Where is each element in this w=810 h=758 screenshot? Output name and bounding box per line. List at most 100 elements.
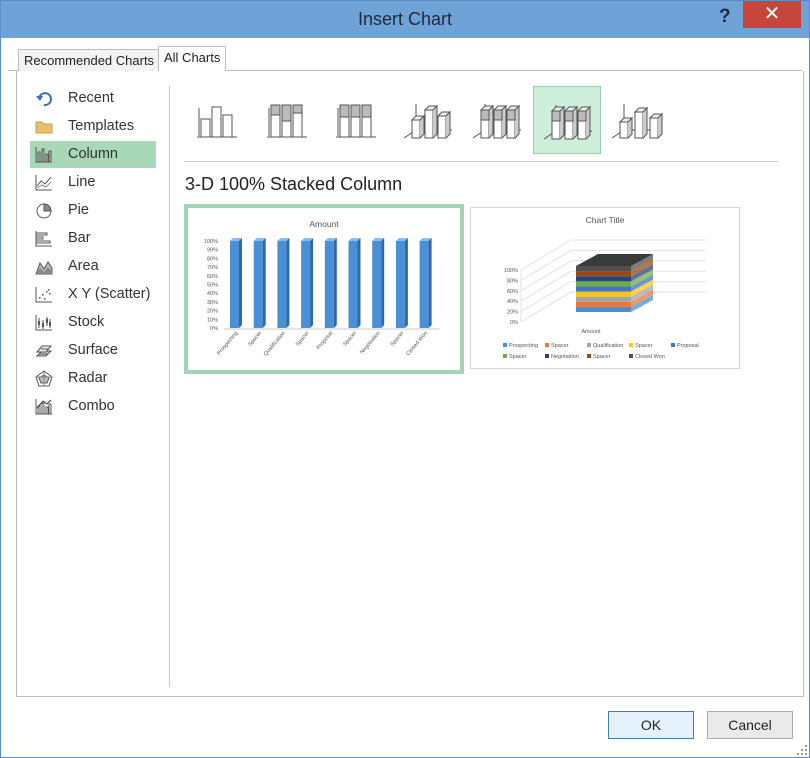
stack-segment (576, 291, 631, 297)
legend-swatch (503, 354, 507, 358)
category-item-column[interactable]: Column (30, 141, 156, 168)
radar-chart-icon (35, 370, 53, 387)
combo-chart-icon (35, 399, 52, 415)
chart-subtype-2[interactable] (255, 86, 323, 154)
category-item-combo[interactable]: Combo (30, 393, 156, 420)
y-tick-label: 0% (510, 320, 518, 326)
chart-subtype-3[interactable] (324, 86, 392, 154)
x-tick-label: Closed Won (405, 330, 429, 357)
legend-swatch (545, 343, 549, 347)
stack-segment (576, 286, 631, 292)
chart-preview-2[interactable]: Chart Title 100% 80% 60% 40% 20% 0% Amount Prosp… (470, 207, 740, 369)
bar-side (381, 238, 385, 328)
bar (324, 241, 334, 328)
legend-label: Proposal (677, 343, 699, 349)
chart-subtype-1[interactable] (185, 86, 253, 154)
category-item-templates[interactable]: Templates (30, 113, 156, 140)
legend-swatch (629, 343, 633, 347)
y-tick-label: 80% (207, 256, 218, 262)
x-tick-label: Negotiation (359, 330, 381, 355)
bar-side (404, 238, 408, 328)
y-tick-label: 10% (207, 317, 218, 323)
chart-preview-1[interactable]: Amount 100% 90% 80% 70% 60% 50% 40% 30% 20% 10% 0% P… (184, 204, 464, 374)
chart-subtype-4[interactable] (394, 86, 462, 154)
category-label: Bar (68, 230, 91, 246)
bar (419, 241, 429, 328)
y-tick-label: 100% (504, 268, 518, 274)
category-item-surface[interactable]: Surface (30, 337, 156, 364)
stack-segment (576, 281, 631, 287)
y-tick-label: 90% (207, 248, 218, 254)
legend-swatch (545, 354, 549, 358)
category-item-x-y-scatter[interactable]: X Y (Scatter) (30, 281, 156, 308)
surface-chart-icon (35, 345, 53, 357)
selected-chart-type-name: 3-D 100% Stacked Column (185, 174, 403, 194)
cancel-button[interactable]: Cancel (707, 711, 793, 739)
y-tick-label: 100% (204, 239, 218, 245)
legend-swatch (503, 343, 507, 347)
y-tick-label: 30% (207, 300, 218, 306)
y-tick-label: 80% (507, 278, 518, 284)
category-item-stock[interactable]: Stock (30, 309, 156, 336)
x-tick-label: Proposal (316, 330, 335, 350)
tab-all-charts[interactable]: All Charts (158, 46, 227, 72)
category-item-radar[interactable]: Radar (30, 365, 156, 392)
scatter-chart-icon (35, 287, 52, 303)
undo-icon (36, 92, 52, 107)
category-item-bar[interactable]: Bar (30, 225, 156, 252)
category-label: Surface (68, 342, 118, 358)
x-tick-label: Spacer (342, 330, 358, 347)
divider (169, 86, 170, 687)
bar (395, 241, 405, 328)
x-tick-label: Spacer (390, 330, 406, 347)
stacked-column-icon (266, 104, 307, 138)
y-tick-label: 60% (207, 274, 218, 280)
column-chart-icon (35, 147, 52, 163)
chart-subtype-6[interactable] (532, 86, 601, 154)
tab-recommended-charts[interactable]: Recommended Charts (18, 49, 161, 71)
3d-100-stacked-column-icon (543, 105, 592, 140)
category-label: Templates (68, 118, 135, 134)
y-tick-label: 40% (207, 291, 218, 297)
category-label: Area (68, 258, 99, 274)
y-tick-label: 70% (207, 265, 218, 271)
category-label: X Y (Scatter) (68, 286, 151, 302)
chart-subtype-5[interactable] (463, 86, 531, 154)
help-button[interactable]: ? (719, 6, 731, 28)
x-tick-label: Amount (582, 329, 601, 335)
resize-grip-icon[interactable] (796, 744, 808, 756)
x-tick-label: Spacer (295, 330, 311, 347)
category-label: Pie (68, 202, 89, 218)
category-item-line[interactable]: Line (30, 169, 156, 196)
x-tick-label: Qualification (263, 330, 287, 357)
legend-label: Qualification (593, 343, 623, 349)
category-label: Line (68, 174, 96, 190)
stack-segment (576, 296, 631, 302)
y-tick-label: 50% (207, 283, 218, 289)
category-item-recent[interactable]: Recent (30, 85, 156, 112)
pie-chart-icon (36, 203, 52, 219)
category-label: Stock (68, 314, 105, 330)
bar-side (333, 238, 337, 328)
preview-chart-amount: Amount100%90%80%70%60%50%40%30%20%10%0%P… (204, 219, 440, 357)
3d-column-icon (611, 104, 664, 139)
legend-label: Negotiation (551, 354, 579, 360)
close-icon: ✕ (763, 3, 781, 25)
stock-chart-icon (35, 315, 52, 331)
category-item-pie[interactable]: Pie (30, 197, 156, 224)
folder-icon (35, 121, 53, 134)
tab-strip: Recommended Charts All Charts (8, 46, 802, 72)
bar-side (286, 238, 290, 328)
ok-button[interactable]: OK (608, 711, 694, 739)
chart-title: Chart Title (586, 215, 625, 225)
chart-subtype-7[interactable] (602, 86, 670, 154)
y-tick-label: 40% (507, 299, 518, 305)
bar-side (239, 238, 242, 328)
stack-segment (576, 266, 631, 272)
y-tick-label: 0% (210, 326, 218, 332)
stack-segment (576, 271, 631, 277)
bar (301, 241, 311, 328)
bar-side (262, 238, 266, 328)
category-item-area[interactable]: Area (30, 253, 156, 280)
close-button[interactable]: ✕ (743, 1, 801, 28)
